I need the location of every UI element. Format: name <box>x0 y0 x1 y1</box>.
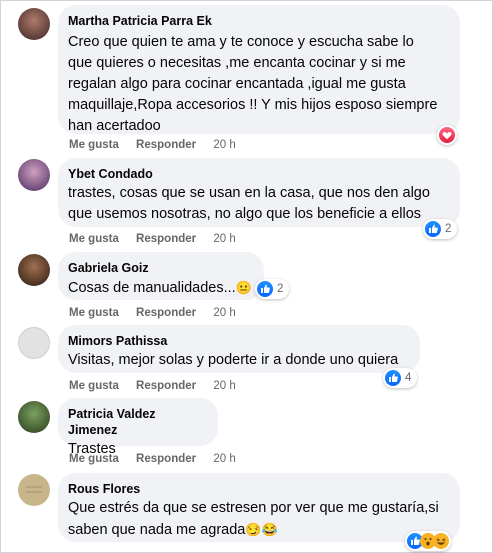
comment-author[interactable]: Rous Flores <box>68 481 448 497</box>
like-button[interactable]: Me gusta <box>69 380 119 392</box>
like-button[interactable]: Me gusta <box>69 233 119 245</box>
reaction-count: 2 <box>277 283 284 295</box>
comment-text: Que estrés da que se estresen por ver qu… <box>68 500 439 538</box>
comment-text: trastes, cosas que se usan en la casa, q… <box>68 185 430 222</box>
timestamp[interactable]: 20 h <box>213 233 235 245</box>
reaction-summary[interactable]: 4 <box>383 368 418 388</box>
comment-text: Creo que quien te ama y te conoce y escu… <box>68 34 438 134</box>
smirk-laugh-emoji: 😏😂 <box>245 522 278 537</box>
like-reaction-icon <box>385 370 401 386</box>
like-button[interactable]: Me gusta <box>69 307 119 319</box>
heart-reaction-icon <box>439 127 455 143</box>
comment-author[interactable]: Patricia Valdez Jimenez <box>68 406 206 438</box>
like-reaction-icon <box>425 221 441 237</box>
avatar[interactable] <box>18 327 50 359</box>
comment-author[interactable]: Ybet Condado <box>68 166 448 182</box>
reaction-summary[interactable] <box>405 531 451 551</box>
reaction-summary[interactable] <box>437 125 457 145</box>
reaction-count: 2 <box>445 223 452 235</box>
reaction-summary[interactable]: 2 <box>255 279 290 299</box>
reply-button[interactable]: Responder <box>136 453 196 465</box>
neutral-face-emoji: 😐 <box>235 280 252 295</box>
reply-button[interactable]: Responder <box>136 233 196 245</box>
comment-bubble: Ybet Condado trastes, cosas que se usan … <box>58 158 460 227</box>
reply-button[interactable]: Responder <box>136 139 196 151</box>
comment-actions: Me gusta Responder 20 h <box>69 139 250 151</box>
comment-bubble: Patricia Valdez Jimenez Trastes <box>58 398 218 457</box>
timestamp[interactable]: 20 h <box>213 307 235 319</box>
comment-bubble: Gabriela Goiz Cosas de manualidades...😐 <box>58 252 264 300</box>
timestamp[interactable]: 20 h <box>213 453 235 465</box>
timestamp[interactable]: 20 h <box>213 380 235 392</box>
avatar[interactable] <box>18 159 50 191</box>
comment-actions: Me gusta Responder 20 h <box>69 453 250 465</box>
comment-actions: Me gusta Responder 20 h <box>69 380 250 392</box>
like-reaction-icon <box>257 281 273 297</box>
comment-author[interactable]: Mimors Pathissa <box>68 333 408 349</box>
reply-button[interactable]: Responder <box>136 307 196 319</box>
comment-author[interactable]: Gabriela Goiz <box>68 260 252 276</box>
comment-text: Visitas, mejor solas y poderte ir a dond… <box>68 352 399 368</box>
avatar[interactable] <box>18 8 50 40</box>
avatar[interactable] <box>18 474 50 506</box>
comment-author[interactable]: Martha Patricia Parra Ek <box>68 13 448 29</box>
comment-actions: Me gusta Responder 20 h <box>69 233 250 245</box>
comment-actions: Me gusta Responder 20 h <box>69 307 250 319</box>
comment-bubble: Mimors Pathissa Visitas, mejor solas y p… <box>58 325 420 373</box>
like-button[interactable]: Me gusta <box>69 139 119 151</box>
reaction-summary[interactable]: 2 <box>423 219 458 239</box>
reply-button[interactable]: Responder <box>136 380 196 392</box>
haha-reaction-icon <box>433 533 449 549</box>
avatar[interactable] <box>18 254 50 286</box>
comment-bubble: Martha Patricia Parra Ek Creo que quien … <box>58 5 460 134</box>
comment-bubble: Rous Flores Que estrés da que se estrese… <box>58 473 460 542</box>
comment-text: Cosas de manualidades...😐 <box>68 280 252 296</box>
timestamp[interactable]: 20 h <box>213 139 235 151</box>
like-button[interactable]: Me gusta <box>69 453 119 465</box>
avatar[interactable] <box>18 401 50 433</box>
reaction-count: 4 <box>405 372 412 384</box>
